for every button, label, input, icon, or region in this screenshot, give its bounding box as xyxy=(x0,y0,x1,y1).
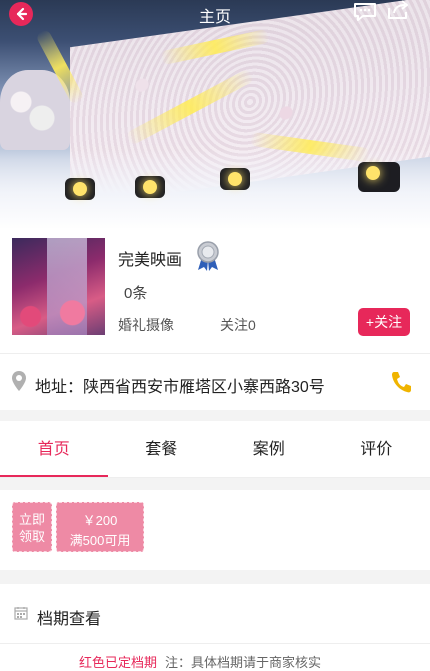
location-pin-icon xyxy=(12,371,26,391)
section-divider xyxy=(0,410,430,421)
coupon-amount: ￥200 xyxy=(82,513,118,528)
tab-cases[interactable]: 案例 xyxy=(215,421,323,477)
message-icon[interactable] xyxy=(353,2,377,22)
address-text: 地址：陕西省西安市雁塔区小寨西路30号 xyxy=(35,379,325,396)
stage-lamp xyxy=(220,168,250,190)
coupon-condition: 满500可用 xyxy=(69,533,131,548)
claim-label: 立即 xyxy=(18,512,45,527)
address-row[interactable]: 地址：陕西省西安市雁塔区小寨西路30号 xyxy=(0,354,430,410)
claim-label: 领取 xyxy=(18,529,45,544)
coupon-section: 立即 领取 ￥200 满500可用 xyxy=(0,490,430,570)
schedule-label: 档期查看 xyxy=(37,611,102,628)
calendar-icon xyxy=(14,607,28,620)
coupon-ticket[interactable]: ￥200 满500可用 xyxy=(56,502,144,552)
section-divider xyxy=(0,478,430,490)
note-text: 注：具体档期请于商家核实 xyxy=(165,655,322,670)
store-category: 婚礼摄像 xyxy=(118,317,174,333)
tab-bar: 首页 套餐 案例 评价 xyxy=(0,421,430,478)
tab-reviews[interactable]: 评价 xyxy=(323,421,430,477)
phone-icon[interactable] xyxy=(390,370,412,394)
tab-home[interactable]: 首页 xyxy=(0,421,108,477)
verified-medal-icon xyxy=(197,241,219,271)
schedule-note: 红色已定档期 注：具体档期请于商家核实 xyxy=(0,652,430,671)
stage-lamp xyxy=(135,176,165,198)
section-divider xyxy=(0,570,430,584)
tab-packages[interactable]: 套餐 xyxy=(108,421,216,477)
follow-button[interactable]: +关注 xyxy=(358,308,410,336)
stage-lamp xyxy=(358,162,400,192)
booked-legend: 红色已定档期 xyxy=(79,655,158,670)
store-info-card: 完美映画 0条 婚礼摄像 关注0 +关注 xyxy=(0,228,430,354)
stage-lamp xyxy=(65,178,95,200)
share-icon[interactable] xyxy=(386,0,410,20)
follower-count: 关注0 xyxy=(220,317,256,333)
hero-banner: 主页 xyxy=(0,0,430,228)
store-thumbnail[interactable] xyxy=(12,238,105,335)
claim-coupon-button[interactable]: 立即 领取 xyxy=(12,502,52,552)
store-name: 完美映画 xyxy=(118,252,183,269)
review-count: 0条 xyxy=(124,285,148,302)
schedule-row[interactable]: 档期查看 xyxy=(0,584,430,644)
